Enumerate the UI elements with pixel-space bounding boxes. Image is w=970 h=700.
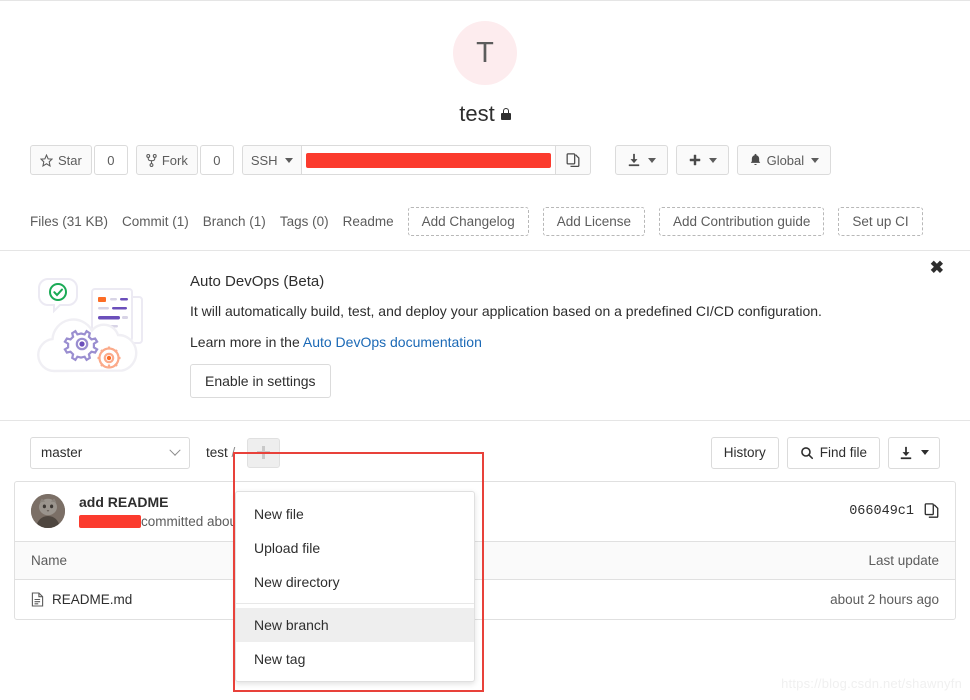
project-avatar: T [453, 21, 517, 85]
chevron-down-icon [921, 450, 929, 456]
menu-divider [236, 603, 474, 604]
download-icon [627, 153, 641, 167]
nav-link-readme[interactable]: Readme [343, 214, 394, 229]
enable-in-settings-button[interactable]: Enable in settings [190, 363, 331, 398]
copy-icon[interactable] [924, 503, 939, 519]
star-button[interactable]: Star [30, 145, 92, 175]
copy-url-button[interactable] [555, 145, 591, 175]
commit-sha[interactable]: 066049c1 [849, 504, 914, 519]
clone-url-input[interactable] [300, 145, 556, 175]
find-file-label: Find file [819, 445, 867, 461]
file-last-update: about 2 hours ago [830, 591, 939, 607]
branch-selector-label: master [41, 445, 83, 461]
add-contribution-guide-button[interactable]: Add Contribution guide [659, 207, 825, 236]
files-table-header: Name Last update [15, 540, 955, 579]
auto-devops-banner: Auto DevOps (Beta) It will automatically… [0, 251, 970, 421]
auto-devops-learn-more: Learn more in the Auto DevOps documentat… [190, 333, 940, 352]
fork-button[interactable]: Fork [135, 145, 198, 175]
commit-committed-text: committed abou [141, 513, 238, 529]
add-new-button[interactable] [675, 145, 729, 175]
avatar [31, 494, 65, 529]
nav-link-commits[interactable]: Commit (1) [122, 214, 189, 229]
download-icon [899, 446, 913, 460]
redaction-bar [79, 514, 141, 528]
project-header: T test [0, 1, 970, 127]
auto-devops-documentation-link[interactable]: Auto DevOps documentation [303, 334, 482, 350]
menu-item-upload-file[interactable]: Upload file [236, 531, 474, 565]
chevron-down-icon [169, 444, 181, 456]
fork-group: Fork 0 [135, 145, 234, 175]
add-license-button[interactable]: Add License [542, 207, 646, 236]
add-to-tree-button[interactable] [247, 437, 281, 468]
search-icon [800, 446, 814, 460]
set-up-ci-button[interactable]: Set up CI [838, 207, 923, 236]
nav-link-branches[interactable]: Branch (1) [203, 214, 266, 229]
redaction-bar [305, 152, 551, 168]
commit-sha-group: 066049c1 [849, 503, 939, 519]
chevron-down-icon [284, 157, 293, 163]
fork-icon [146, 153, 157, 167]
nav-link-files[interactable]: Files (31 KB) [30, 214, 108, 229]
notification-label: Global [766, 152, 805, 168]
repo-toolbar: master test / History Find file [0, 421, 970, 469]
plus-icon [688, 153, 702, 167]
learn-more-prefix: Learn more in the [190, 333, 303, 350]
plus-icon [257, 446, 271, 460]
clone-protocol-label: SSH [250, 152, 278, 168]
repo-download-button[interactable] [888, 436, 940, 469]
download-button[interactable] [614, 145, 668, 175]
menu-item-new-directory[interactable]: New directory [236, 565, 474, 599]
project-action-bar: Star 0 Fork 0 SSH Global [0, 127, 970, 175]
breadcrumb-separator: / [231, 445, 236, 461]
table-row[interactable]: README.md about 2 hours ago [15, 578, 955, 619]
history-button[interactable]: History [710, 436, 779, 469]
breadcrumb-root[interactable]: test [206, 445, 228, 460]
auto-devops-content: Auto DevOps (Beta) It will automatically… [170, 269, 940, 398]
chevron-down-icon [708, 157, 717, 163]
chevron-down-icon [647, 157, 656, 163]
menu-item-new-branch[interactable]: New branch [236, 608, 474, 642]
repo-files-panel: add README committed abou 066049c1 Name … [14, 480, 956, 620]
auto-devops-illustration [30, 269, 170, 398]
file-name[interactable]: README.md [52, 592, 132, 607]
project-avatar-letter: T [476, 36, 494, 69]
find-file-button[interactable]: Find file [786, 436, 880, 469]
menu-item-new-file[interactable]: New file [236, 497, 474, 531]
project-name: test [459, 101, 495, 126]
nav-link-tags[interactable]: Tags (0) [280, 214, 329, 229]
menu-item-new-tag[interactable]: New tag [236, 642, 474, 676]
last-commit-row: add README committed abou 066049c1 [15, 482, 955, 541]
copy-icon [566, 152, 580, 168]
auto-devops-description: It will automatically build, test, and d… [190, 303, 822, 319]
chevron-down-icon [811, 157, 820, 163]
star-group: Star 0 [30, 145, 128, 175]
fork-label: Fork [161, 152, 188, 168]
star-icon [39, 153, 54, 167]
lock-icon [500, 108, 511, 120]
auto-devops-title: Auto DevOps (Beta) [190, 273, 325, 290]
repo-toolbar-right: History Find file [710, 436, 940, 469]
close-icon[interactable]: ✖ [930, 259, 944, 276]
page-title: test [0, 101, 970, 127]
star-count[interactable]: 0 [93, 145, 128, 175]
file-icon [31, 592, 44, 607]
add-changelog-button[interactable]: Add Changelog [407, 207, 529, 236]
notification-setting-button[interactable]: Global [736, 145, 832, 175]
repo-nav: Files (31 KB) Commit (1) Branch (1) Tags… [0, 191, 970, 251]
branch-selector[interactable]: master [30, 436, 190, 469]
bell-icon [749, 153, 762, 167]
clone-protocol-dropdown[interactable]: SSH [241, 145, 301, 175]
breadcrumb: test / [206, 445, 235, 460]
add-to-tree-dropdown-menu: New file Upload file New directory New b… [235, 491, 475, 682]
clone-url-group: SSH [241, 145, 591, 175]
watermark: https://blog.csdn.net/shawnyfn [781, 676, 962, 691]
fork-count[interactable]: 0 [199, 145, 234, 175]
column-header-last-update: Last update [868, 552, 939, 568]
star-label: Star [58, 152, 82, 168]
